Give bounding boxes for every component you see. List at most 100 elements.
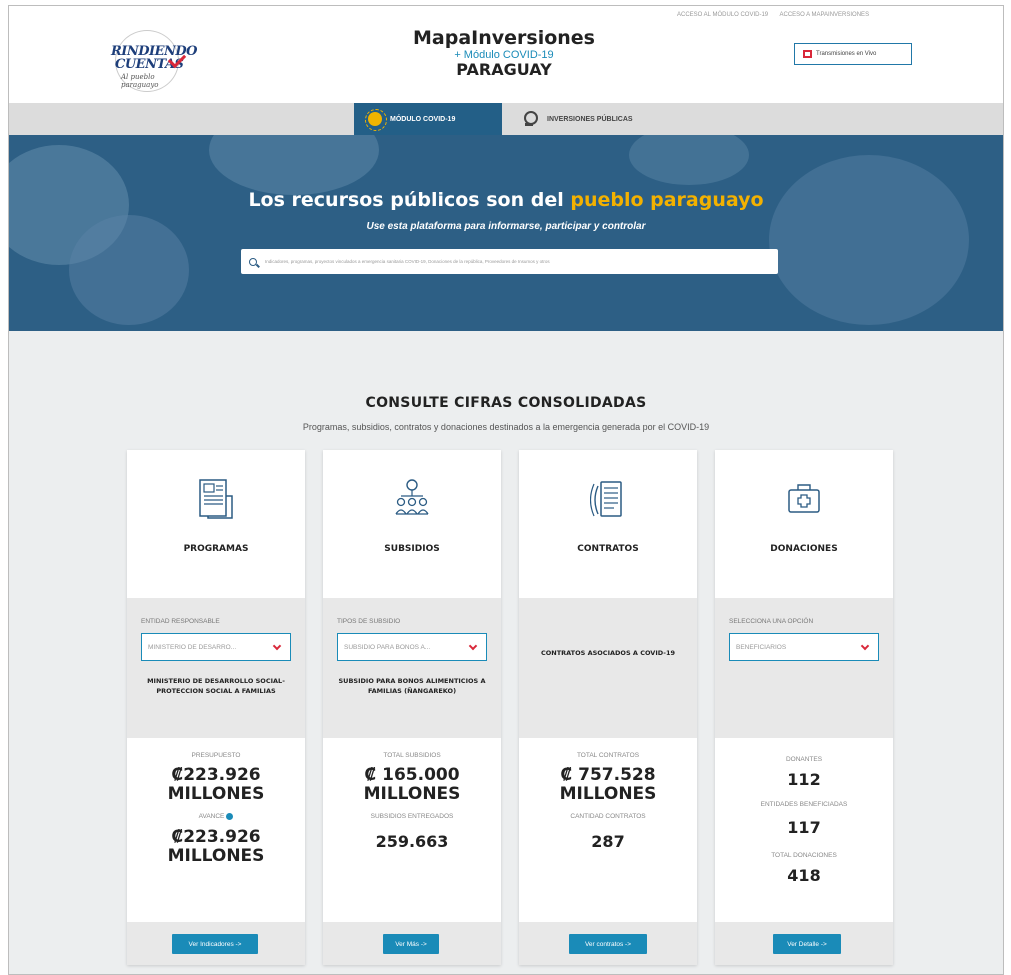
ver-contratos-button[interactable]: Ver contratos -> (569, 934, 647, 954)
hero-bg-blob (629, 135, 749, 185)
subsidy-type-select[interactable]: SUBSIDIO PARA BONOS A... (337, 633, 487, 661)
people-icon (395, 479, 429, 515)
live-button-label: Transmisiones en Vivo (816, 51, 877, 57)
hero-bg-blob (209, 135, 379, 195)
card-title: DONACIONES (770, 544, 838, 554)
brand-country: PARAGUAY (456, 60, 552, 79)
card-stats: TOTAL CONTRATOS ₡ 757.528 MILLONES CANTI… (519, 738, 697, 922)
card-header: PROGRAMAS (127, 450, 305, 598)
tab-covid[interactable]: MÓDULO COVID-19 (354, 103, 502, 135)
card-filter-area: ENTIDAD RESPONSABLE MINISTERIO DE DESARR… (127, 598, 305, 738)
main-nav: MÓDULO COVID-19 INVERSIONES PÚBLICAS (9, 103, 1003, 135)
stat-value-total-contratos: ₡ 757.528 (560, 765, 656, 785)
stat-label-total-donaciones: TOTAL DONACIONES (771, 852, 837, 859)
selection-description: CONTRATOS ASOCIADOS A COVID-19 (540, 649, 676, 657)
card-header: CONTRATOS (519, 450, 697, 598)
stat-value-presupuesto-unit: MILLONES (167, 784, 265, 804)
select-value: MINISTERIO DE DESARRO... (148, 643, 237, 651)
ver-detalle-button[interactable]: Ver Detalle -> (773, 934, 841, 954)
stat-value-donantes: 112 (787, 770, 821, 789)
live-video-icon (803, 50, 812, 58)
brand[interactable]: MapaInversiones + Módulo COVID-19 PARAGU… (389, 27, 619, 79)
stat-label-avance-text: AVANCE (198, 813, 225, 821)
section-subtitle: Programas, subsidios, contratos y donaci… (302, 422, 710, 432)
card-filter-area: CONTRATOS ASOCIADOS A COVID-19 (519, 598, 697, 738)
brand-title: MapaInversiones (413, 27, 595, 49)
stat-value-total-subsidios-unit: MILLONES (363, 784, 461, 804)
info-icon[interactable] (226, 813, 234, 820)
stat-label-presupuesto: PRESUPUESTO (191, 752, 241, 759)
filter-label: SELECCIONA UNA OPCIÓN (729, 618, 814, 625)
top-link-mapainversiones[interactable]: ACCESO A MAPAINVERSIONES (779, 12, 869, 18)
medical-kit-icon (788, 484, 820, 513)
card-footer: Ver Más -> (323, 922, 501, 965)
search-icon (249, 257, 257, 266)
select-value: BENEFICIARIOS (736, 643, 787, 651)
virus-icon (365, 109, 387, 131)
card-filter-area: TIPOS DE SUBSIDIO SUBSIDIO PARA BONOS A.… (323, 598, 501, 738)
search-input[interactable]: Indicadores, programas, proyectos vincul… (241, 249, 778, 274)
stat-value-total-donaciones: 418 (787, 866, 821, 885)
logo-tagline: Al pueblo paraguayo (121, 73, 159, 89)
card-footer: Ver contratos -> (519, 922, 697, 965)
entity-select[interactable]: MINISTERIO DE DESARRO... (141, 633, 291, 661)
stat-value-avance: ₡223.926 (171, 827, 261, 847)
tab-inversiones[interactable]: INVERSIONES PÚBLICAS (519, 103, 679, 135)
header: RINDIENDO CUENTAS Al pueblo paraguayo Ma… (9, 6, 1003, 103)
hero-subtitle: Use esta plataforma para informarse, par… (366, 221, 646, 232)
stat-value-presupuesto: ₡223.926 (171, 765, 261, 785)
chevron-down-icon (272, 641, 282, 651)
card-footer: Ver Detalle -> (715, 922, 893, 965)
card-programas: PROGRAMAS ENTIDAD RESPONSABLE MINISTERIO… (127, 450, 305, 965)
card-stats: TOTAL SUBSIDIOS ₡ 165.000 MILLONES SUBSI… (323, 738, 501, 922)
card-subsidios: SUBSIDIOS TIPOS DE SUBSIDIO SUBSIDIO PAR… (323, 450, 501, 965)
chevron-down-icon (468, 641, 478, 651)
select-value: SUBSIDIO PARA BONOS A... (344, 643, 431, 651)
stat-label-subsidios-entregados: SUBSIDIOS ENTREGADOS (370, 813, 454, 820)
ver-indicadores-button[interactable]: Ver Indicadores -> (172, 934, 258, 954)
stat-value-subsidios-entregados: 259.663 (375, 832, 449, 851)
section-title: CONSULTE CIFRAS CONSOLIDADAS (365, 395, 647, 411)
hero-title-main: Los recursos públicos son del (248, 189, 564, 211)
ver-mas-button[interactable]: Ver Más -> (383, 934, 439, 954)
donation-option-select[interactable]: BENEFICIARIOS (729, 633, 879, 661)
top-link-covid[interactable]: ACCESO AL MÓDULO COVID-19 (677, 12, 768, 18)
stat-label-cantidad-contratos: CANTIDAD CONTRATOS (570, 813, 646, 820)
card-title: SUBSIDIOS (384, 544, 440, 554)
card-stats: PRESUPUESTO ₡223.926 MILLONES AVANCE ₡22… (127, 738, 305, 922)
stat-value-total-contratos-unit: MILLONES (559, 784, 657, 804)
hero-bg-blob (769, 155, 969, 325)
card-title: CONTRATOS (577, 544, 639, 554)
selection-description: MINISTERIO DE DESARROLLO SOCIAL-PROTECCI… (147, 677, 285, 695)
live-transmission-button[interactable]: Transmisiones en Vivo (794, 43, 912, 65)
stat-value-avance-unit: MILLONES (167, 846, 265, 866)
stat-label-total-contratos: TOTAL CONTRATOS (576, 752, 640, 759)
filter-label: TIPOS DE SUBSIDIO (337, 618, 401, 625)
stat-value-entidades-beneficiadas: 117 (787, 818, 821, 837)
tab-inversiones-label: INVERSIONES PÚBLICAS (547, 115, 633, 123)
stat-value-cantidad-contratos: 287 (591, 832, 625, 851)
page-frame: RINDIENDO CUENTAS Al pueblo paraguayo Ma… (8, 5, 1004, 975)
card-stats: DONANTES 112 ENTIDADES BENEFICIADAS 117 … (715, 738, 893, 922)
filter-label: ENTIDAD RESPONSABLE (141, 618, 220, 625)
search-placeholder: Indicadores, programas, proyectos vincul… (265, 259, 550, 264)
card-filter-area: SELECCIONA UNA OPCIÓN BENEFICIARIOS (715, 598, 893, 738)
card-footer: Ver Indicadores -> (127, 922, 305, 965)
hero-banner: Los recursos públicos son del pueblo par… (9, 135, 1003, 331)
rindiendo-cuentas-logo[interactable]: RINDIENDO CUENTAS Al pueblo paraguayo (109, 30, 198, 92)
top-links: ACCESO AL MÓDULO COVID-19 ACCESO A MAPAI… (677, 12, 879, 18)
hero-title-highlight: pueblo paraguayo (570, 189, 764, 211)
contract-icon (590, 481, 622, 517)
chevron-down-icon (860, 641, 870, 651)
tab-covid-label: MÓDULO COVID-19 (390, 115, 456, 123)
card-header: DONACIONES (715, 450, 893, 598)
stat-label-entidades-beneficiadas: ENTIDADES BENEFICIADAS (760, 801, 848, 808)
document-icon (199, 479, 233, 519)
stat-value-total-subsidios: ₡ 165.000 (364, 765, 460, 785)
stat-label-donantes: DONANTES (785, 756, 823, 763)
card-title: PROGRAMAS (183, 544, 249, 554)
coin-icon (523, 111, 538, 127)
card-donaciones: DONACIONES SELECCIONA UNA OPCIÓN BENEFIC… (715, 450, 893, 965)
card-contratos: CONTRATOS CONTRATOS ASOCIADOS A COVID-19… (519, 450, 697, 965)
stat-label-avance: AVANCE (127, 813, 305, 820)
